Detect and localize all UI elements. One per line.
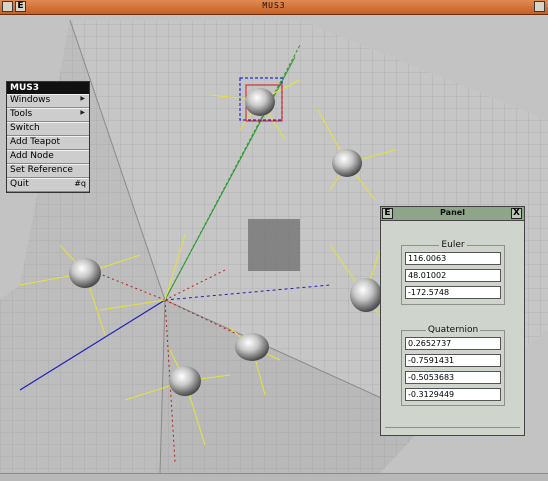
panel-resize-handle[interactable] bbox=[385, 427, 520, 431]
teapot-object bbox=[332, 149, 362, 177]
menu-item-quit[interactable]: Quit #q bbox=[7, 178, 89, 192]
quaternion-x-field[interactable]: -0.7591431 bbox=[405, 354, 501, 367]
reference-square bbox=[248, 219, 300, 271]
panel-title-bar[interactable]: E Panel X bbox=[381, 207, 524, 221]
window-title-bar[interactable]: E MUS3 bbox=[0, 0, 548, 15]
teapot-object bbox=[169, 366, 201, 396]
euler-x-field[interactable]: 116.0063 bbox=[405, 252, 501, 265]
quaternion-label: Quaternion bbox=[425, 325, 481, 335]
menu-item-shortcut: #q bbox=[74, 179, 86, 188]
euler-z-field[interactable]: -172.5748 bbox=[405, 286, 501, 299]
window-close-button[interactable] bbox=[534, 1, 545, 12]
panel-close-button[interactable]: X bbox=[511, 208, 522, 219]
menu-item-label: Set Reference bbox=[10, 165, 73, 175]
quaternion-z-field[interactable]: -0.3129449 bbox=[405, 388, 501, 401]
quaternion-y-field[interactable]: -0.5053683 bbox=[405, 371, 501, 384]
menu-item-set-reference[interactable]: Set Reference bbox=[7, 164, 89, 178]
panel-title: Panel bbox=[440, 208, 465, 217]
teapot-object bbox=[245, 88, 275, 116]
menu-item-tools[interactable]: Tools ▶ bbox=[7, 108, 89, 122]
teapot-object bbox=[350, 278, 382, 312]
menu-title: MUS3 bbox=[7, 82, 89, 94]
teapot-object bbox=[235, 333, 269, 361]
menu-item-label: Add Node bbox=[10, 151, 54, 161]
euler-label: Euler bbox=[439, 240, 467, 250]
menu-item-add-node[interactable]: Add Node bbox=[7, 150, 89, 164]
menu-item-label: Add Teapot bbox=[10, 137, 61, 147]
window-title: MUS3 bbox=[262, 1, 286, 10]
euler-y-field[interactable]: 48.01002 bbox=[405, 269, 501, 282]
menu-item-add-teapot[interactable]: Add Teapot bbox=[7, 136, 89, 150]
quaternion-w-field[interactable]: 0.2652737 bbox=[405, 337, 501, 350]
submenu-arrow-icon: ▶ bbox=[80, 109, 85, 116]
menu-item-label: Switch bbox=[10, 123, 40, 133]
teapot-object bbox=[69, 258, 101, 288]
panel-window: E Panel X Euler 116.0063 48.01002 -172.5… bbox=[380, 206, 525, 436]
submenu-arrow-icon: ▶ bbox=[80, 95, 85, 102]
euler-group: Euler 116.0063 48.01002 -172.5748 bbox=[401, 240, 505, 305]
mus3-menu: MUS3 Windows ▶ Tools ▶ Switch Add Teapot… bbox=[6, 81, 90, 193]
menu-item-switch[interactable]: Switch bbox=[7, 122, 89, 136]
menu-item-label: Quit bbox=[10, 179, 29, 189]
menu-item-windows[interactable]: Windows ▶ bbox=[7, 94, 89, 108]
menu-item-label: Tools bbox=[10, 109, 33, 119]
menu-item-label: Windows bbox=[10, 95, 51, 105]
quaternion-group: Quaternion 0.2652737 -0.7591431 -0.50536… bbox=[401, 325, 505, 406]
